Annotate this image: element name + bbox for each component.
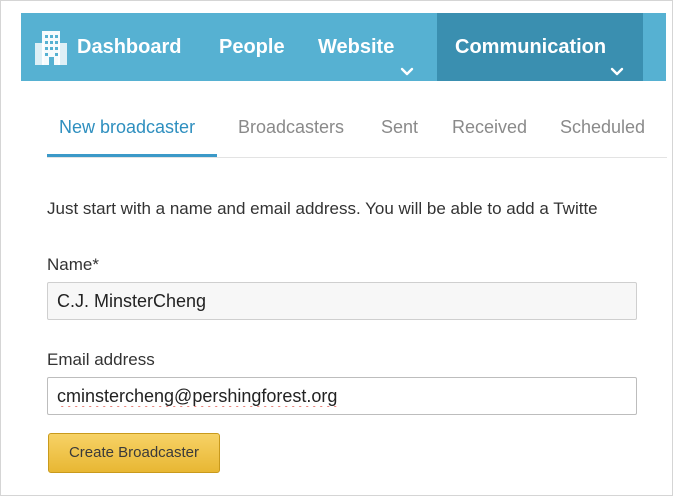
active-tab-indicator (47, 154, 217, 157)
tab-scheduled[interactable]: Scheduled (560, 117, 645, 138)
top-navigation: Dashboard People Website Communication (21, 13, 666, 81)
nav-communication[interactable]: Communication (437, 13, 643, 81)
chevron-down-icon (400, 39, 414, 75)
create-broadcaster-button[interactable]: Create Broadcaster (48, 433, 220, 473)
tab-label: New broadcaster (59, 117, 196, 137)
name-label: Name* (47, 255, 99, 274)
nav-communication-label: Communication (455, 36, 607, 58)
nav-website-label: Website (318, 36, 395, 58)
nav-website[interactable]: Website (318, 13, 414, 81)
nav-dashboard[interactable]: Dashboard (77, 13, 181, 81)
tab-label: Sent (381, 117, 419, 137)
app-window: Dashboard People Website Communication N… (0, 0, 673, 496)
tab-label: Received (452, 117, 528, 137)
chevron-down-icon (610, 39, 624, 75)
nav-people-label: People (219, 36, 285, 58)
intro-text: Just start with a name and email address… (47, 199, 598, 218)
tab-received[interactable]: Received (452, 117, 527, 138)
email-input[interactable] (47, 377, 637, 415)
email-label: Email address (47, 350, 155, 369)
building-logo-icon[interactable] (33, 27, 69, 67)
nav-people[interactable]: People (219, 13, 285, 81)
tab-sent[interactable]: Sent (381, 117, 418, 138)
broadcast-tabs: New broadcaster Broadcasters Sent Receiv… (47, 101, 667, 158)
tab-label: Broadcasters (238, 117, 345, 137)
name-input[interactable] (47, 282, 637, 320)
tab-broadcasters[interactable]: Broadcasters (238, 117, 344, 138)
tab-label: Scheduled (560, 117, 646, 137)
tab-new-broadcaster[interactable]: New broadcaster (59, 117, 195, 138)
nav-dashboard-label: Dashboard (77, 36, 182, 58)
